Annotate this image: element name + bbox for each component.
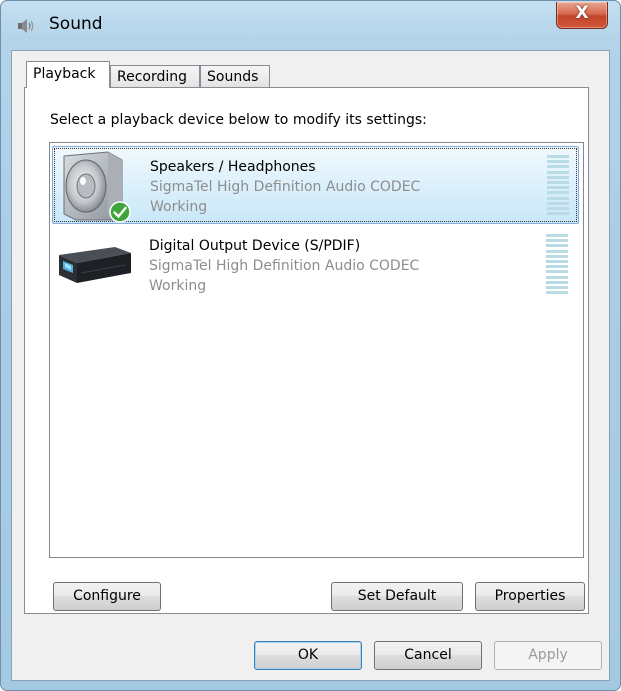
ok-button[interactable]: OK [254, 641, 362, 670]
level-meter-bar [546, 280, 568, 284]
level-meter-bar [547, 201, 569, 205]
set-default-button[interactable]: Set Default [331, 582, 463, 611]
configure-button[interactable]: Configure [53, 582, 161, 611]
level-meter-bar [546, 260, 568, 263]
level-meter-bar [547, 207, 569, 210]
device-item-digital-output[interactable]: Digital Output Device (S/PDIF) SigmaTel … [52, 226, 579, 304]
level-meter-bar [547, 160, 569, 164]
level-meter-bar [546, 234, 568, 237]
tab-sounds[interactable]: Sounds [200, 65, 270, 87]
dialog-client-area: Playback Recording Sounds Select a playb… [11, 50, 610, 681]
level-meter-bar [547, 165, 569, 169]
device-list[interactable]: Speakers / Headphones SigmaTel High Defi… [49, 142, 584, 558]
apply-button[interactable]: Apply [494, 641, 602, 670]
level-meter-bar [547, 186, 569, 190]
device-item-speakers[interactable]: Speakers / Headphones SigmaTel High Defi… [52, 146, 579, 224]
volume-level-meter [547, 155, 569, 219]
level-meter-bar [546, 286, 568, 289]
device-name: Speakers / Headphones [150, 159, 316, 175]
level-meter-bar [546, 254, 568, 258]
device-name: Digital Output Device (S/PDIF) [149, 238, 361, 254]
tab-playback[interactable]: Playback [26, 61, 110, 88]
device-driver: SigmaTel High Definition Audio CODEC [149, 258, 420, 274]
volume-level-meter [546, 234, 568, 298]
sound-dialog: Sound X Playback Recording Sounds Select… [0, 0, 621, 691]
properties-button[interactable]: Properties [475, 582, 585, 611]
level-meter-bar [546, 270, 568, 274]
level-meter-bar [547, 212, 569, 216]
level-meter-bar [547, 191, 569, 195]
cancel-button[interactable]: Cancel [374, 641, 482, 670]
level-meter-bar [546, 244, 568, 248]
digital-output-icon [59, 247, 131, 283]
close-icon: X [575, 3, 589, 23]
tab-recording[interactable]: Recording [110, 65, 200, 87]
level-meter-bar [547, 196, 569, 200]
level-meter-bar [546, 265, 568, 269]
level-meter-bar [546, 249, 568, 253]
window-title: Sound [49, 14, 103, 34]
level-meter-bar [547, 155, 569, 158]
device-driver: SigmaTel High Definition Audio CODEC [150, 179, 421, 195]
level-meter-bar [546, 291, 568, 295]
level-meter-bar [546, 239, 568, 243]
title-bar[interactable]: Sound X [1, 1, 620, 51]
close-button[interactable]: X [556, 2, 608, 29]
default-check-icon [109, 201, 131, 223]
level-meter-bar [547, 170, 569, 174]
speaker-icon [18, 19, 34, 33]
level-meter-bar [547, 175, 569, 179]
device-status: Working [149, 278, 207, 294]
playback-panel: Select a playback device below to modify… [24, 87, 589, 614]
level-meter-bar [547, 181, 569, 184]
instruction-text: Select a playback device below to modify… [50, 112, 427, 128]
device-status: Working [150, 199, 208, 215]
level-meter-bar [546, 275, 568, 279]
